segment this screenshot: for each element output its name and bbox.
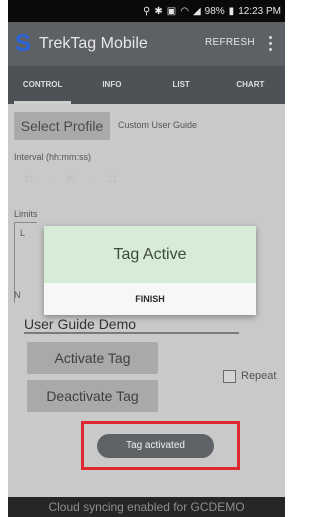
refresh-button[interactable]: REFRESH [205,37,255,48]
activate-tag-button[interactable]: Activate Tag [27,342,158,374]
tab-list[interactable]: LIST [147,66,216,104]
sync-status-footer: Cloud syncing enabled for GCDEMO [8,497,285,517]
interval-label: Interval (hh:mm:ss) [14,152,92,162]
interval-input[interactable]: 11 : 30 : 11 [14,174,274,190]
tab-info[interactable]: INFO [77,66,146,104]
deactivate-tag-button[interactable]: Deactivate Tag [27,380,158,412]
interval-seconds[interactable]: 11 [108,174,117,184]
overflow-menu-icon[interactable] [266,33,274,55]
name-field-value: User Guide Demo [24,316,137,332]
repeat-checkbox[interactable] [223,370,236,383]
limits-label: Limits [14,209,38,219]
tab-bar: CONTROL INFO LIST CHART [8,66,285,104]
profile-name: Custom User Guide [118,120,198,130]
interval-minutes[interactable]: 30 [66,174,76,184]
finish-button[interactable]: FINISH [44,283,256,315]
interval-separator: : [52,174,55,184]
bluetooth-icon: ✱ [154,5,163,17]
status-bar: ⚲ ✱ ▣ ◠ ◢ 98% ▮ 12:23 PM [8,0,285,22]
battery-icon: ▮ [228,5,235,17]
repeat-label: Repeat [241,370,277,382]
interval-hours[interactable]: 11 [24,174,33,184]
tab-chart[interactable]: CHART [216,66,285,104]
tab-control[interactable]: CONTROL [8,66,77,104]
location-icon: ⚲ [143,5,151,17]
wifi-icon: ◠ [180,5,189,17]
phone-screen: ⚲ ✱ ▣ ◠ ◢ 98% ▮ 12:23 PM S TrekTag Mobil… [8,0,285,517]
select-profile-button[interactable]: Select Profile [14,112,110,140]
nfc-icon: ▣ [166,5,177,17]
trektag-logo-icon: S [15,30,32,57]
battery-percent: 98% [204,5,225,17]
limits-sub-label: L [20,228,26,238]
clock-time: 12:23 PM [238,5,281,17]
name-label: N [14,290,21,300]
app-bar: S TrekTag Mobile REFRESH [8,22,285,66]
toast-message: Tag activated [97,434,214,458]
signal-icon: ◢ [192,5,201,17]
dialog-title: Tag Active [44,226,256,283]
interval-separator: : [94,174,97,184]
tag-active-dialog: Tag Active FINISH [44,226,256,315]
app-title: TrekTag Mobile [39,35,148,52]
